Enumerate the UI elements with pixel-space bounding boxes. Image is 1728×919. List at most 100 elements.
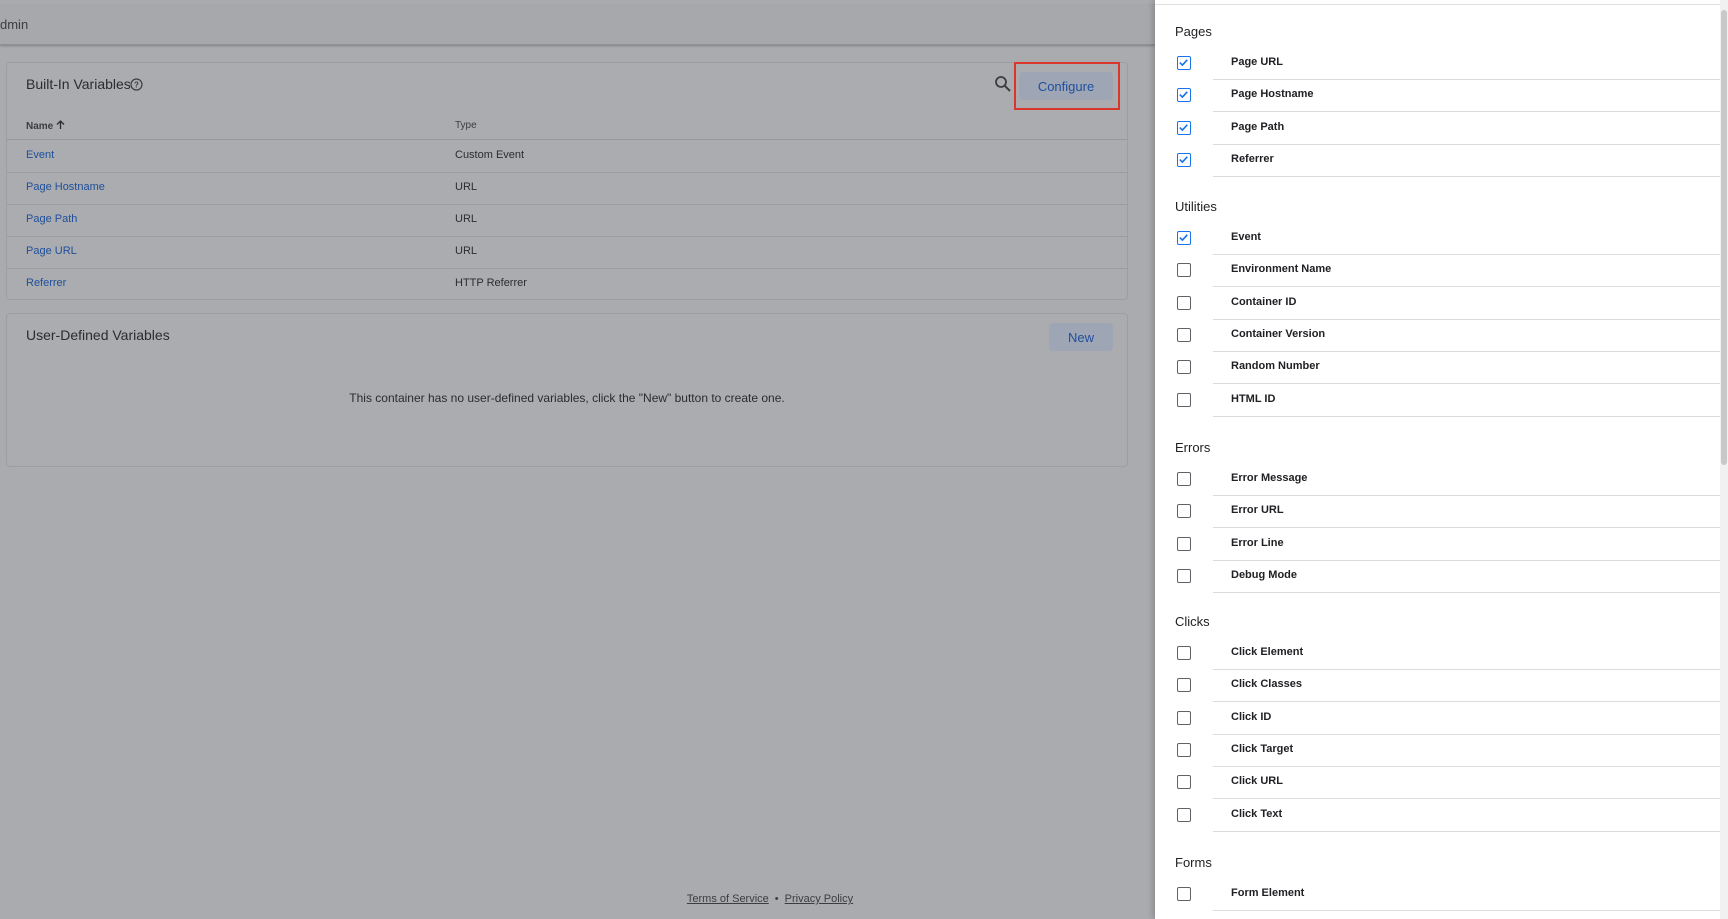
section-title-forms: Forms <box>1175 855 1212 870</box>
variable-option-label: Form Element <box>1231 887 1305 899</box>
variable-name-link[interactable]: Page Hostname <box>26 181 105 193</box>
variable-option-row[interactable]: Debug Mode <box>1175 561 1728 593</box>
checkbox-unchecked[interactable] <box>1177 568 1191 583</box>
table-row: Page Hostname URL <box>7 172 1127 205</box>
variable-option-row[interactable]: Container Version <box>1175 320 1728 352</box>
variable-option-row[interactable]: Error Line <box>1175 529 1728 561</box>
variable-option-row[interactable]: Environment Name <box>1175 255 1728 288</box>
search-icon[interactable] <box>994 75 1012 93</box>
variable-option-row[interactable]: Page Path <box>1175 113 1728 145</box>
checkbox-unchecked[interactable] <box>1177 678 1191 693</box>
background-workspace: dmin Built-In Variables ? Configure Name… <box>0 0 1155 919</box>
section-title-pages: Pages <box>1175 24 1212 39</box>
variable-option-row[interactable]: Random Number <box>1175 352 1728 385</box>
built-in-variables-card: Built-In Variables ? Configure Name Type… <box>6 62 1128 300</box>
variable-option-row[interactable]: Click Text <box>1175 800 1728 832</box>
table-row: Referrer HTTP Referrer <box>7 268 1127 300</box>
variable-option-label: Debug Mode <box>1231 568 1297 581</box>
new-variable-button[interactable]: New <box>1049 323 1113 351</box>
variable-type: HTTP Referrer <box>455 277 527 289</box>
variable-option-label: Click Element <box>1231 646 1304 658</box>
variable-option-label: Referrer <box>1231 152 1274 165</box>
variable-option-row[interactable]: Page URL <box>1175 48 1728 80</box>
privacy-policy-link[interactable]: Privacy Policy <box>785 893 853 905</box>
panel-top-divider <box>1155 4 1728 5</box>
top-bar: dmin <box>0 5 1155 45</box>
footer-separator: • <box>774 893 779 905</box>
checkmark-icon <box>1179 123 1188 131</box>
variable-option-row[interactable]: Form Element <box>1175 879 1728 911</box>
variable-option-row[interactable]: Referrer <box>1175 145 1728 177</box>
variable-option-label: Error Line <box>1231 536 1284 549</box>
checkbox-checked[interactable] <box>1177 56 1191 70</box>
section-title-clicks: Clicks <box>1175 614 1210 629</box>
variable-option-row[interactable]: Click Element <box>1175 638 1728 670</box>
variable-name-link[interactable]: Event <box>26 149 54 161</box>
variable-option-label: Page Hostname <box>1231 88 1314 101</box>
section-title-utilities: Utilities <box>1175 199 1217 214</box>
checkbox-unchecked[interactable] <box>1177 646 1191 660</box>
checkbox-unchecked[interactable] <box>1177 710 1191 725</box>
variable-option-label: Click Target <box>1231 742 1294 755</box>
topbar-text: dmin <box>0 17 29 32</box>
help-icon[interactable]: ? <box>130 78 143 91</box>
checkbox-unchecked[interactable] <box>1177 742 1191 757</box>
checkbox-unchecked[interactable] <box>1177 807 1191 822</box>
column-name-label: Name <box>26 121 54 132</box>
variable-option-row[interactable]: Error URL <box>1175 496 1728 529</box>
checkmark-icon <box>1179 156 1188 164</box>
table-row: Event Custom Event <box>7 140 1127 173</box>
variable-type: URL <box>455 213 478 225</box>
scrollbar-thumb[interactable] <box>1721 10 1727 465</box>
variable-option-label: Click URL <box>1231 775 1283 788</box>
checkbox-checked[interactable] <box>1177 152 1191 167</box>
checkbox-unchecked[interactable] <box>1177 263 1191 278</box>
checkbox-unchecked[interactable] <box>1177 295 1191 310</box>
variable-option-row[interactable]: Form Classes <box>1175 911 1715 919</box>
variable-option-label: Container ID <box>1231 295 1297 308</box>
variable-name-link[interactable]: Referrer <box>26 277 66 289</box>
checkmark-icon <box>1179 234 1188 242</box>
checkbox-checked[interactable] <box>1177 231 1191 245</box>
variable-type: URL <box>455 245 478 257</box>
variable-option-row[interactable]: Click Target <box>1175 735 1728 767</box>
checkbox-checked[interactable] <box>1177 120 1191 135</box>
variable-option-label: Click Classes <box>1231 678 1302 691</box>
built-in-variables-title: Built-In Variables <box>26 76 131 92</box>
variable-type: URL <box>455 181 478 193</box>
column-header-name[interactable]: Name <box>26 120 65 133</box>
checkbox-unchecked[interactable] <box>1177 472 1191 486</box>
checkbox-unchecked[interactable] <box>1177 887 1191 901</box>
variable-option-row[interactable]: HTML ID <box>1175 385 1728 417</box>
checkbox-unchecked[interactable] <box>1177 360 1191 375</box>
column-header-type[interactable]: Type <box>455 120 477 131</box>
checkbox-unchecked[interactable] <box>1177 775 1191 790</box>
configure-highlight-box <box>1014 62 1120 110</box>
variable-option-row[interactable]: Event <box>1175 223 1728 255</box>
user-defined-variables-title: User-Defined Variables <box>26 327 170 343</box>
checkmark-icon <box>1179 59 1188 67</box>
panel-scrollbar[interactable] <box>1720 0 1728 919</box>
checkbox-checked[interactable] <box>1177 88 1191 103</box>
variable-option-row[interactable]: Page Hostname <box>1175 80 1728 113</box>
variable-option-row[interactable]: Container ID <box>1175 288 1728 320</box>
variable-name-link[interactable]: Page Path <box>26 213 77 225</box>
svg-text:?: ? <box>134 80 139 89</box>
variable-option-row[interactable]: Click ID <box>1175 703 1728 735</box>
checkbox-unchecked[interactable] <box>1177 536 1191 551</box>
checkbox-unchecked[interactable] <box>1177 504 1191 519</box>
terms-of-service-link[interactable]: Terms of Service <box>687 893 769 905</box>
section-title-errors: Errors <box>1175 440 1211 455</box>
variable-option-row[interactable]: Error Message <box>1175 464 1728 496</box>
checkbox-unchecked[interactable] <box>1177 327 1191 342</box>
variable-option-row[interactable]: Click Classes <box>1175 670 1728 703</box>
variable-option-row[interactable]: Click URL <box>1175 767 1728 800</box>
variable-option-label: Random Number <box>1231 360 1320 373</box>
empty-state-message: This container has no user-defined varia… <box>349 391 785 405</box>
table-row: Page Path URL <box>7 204 1127 237</box>
table-row: Page URL URL <box>7 236 1127 269</box>
variable-option-label: Environment Name <box>1231 263 1332 276</box>
variable-option-label: Page Path <box>1231 120 1285 133</box>
variable-name-link[interactable]: Page URL <box>26 245 77 257</box>
checkbox-unchecked[interactable] <box>1177 392 1191 407</box>
